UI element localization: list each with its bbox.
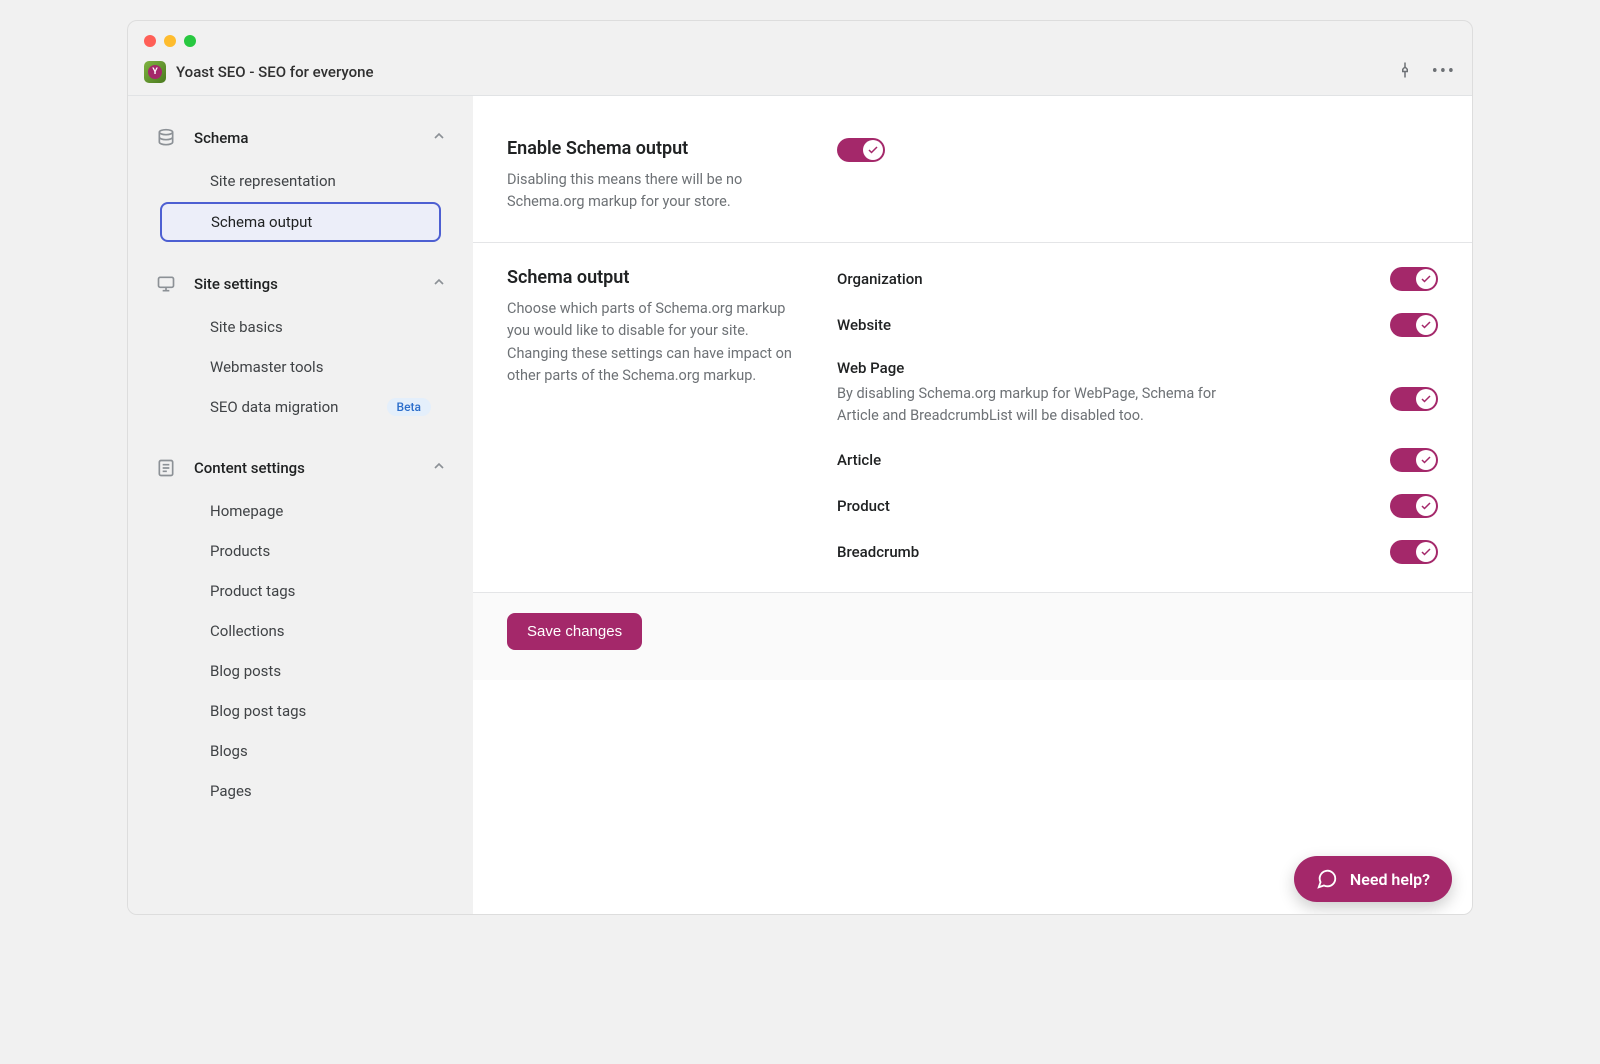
sidebar-item-blog-posts[interactable]: Blog posts xyxy=(160,652,441,690)
sidebar-item-seo-data-migration[interactable]: SEO data migration Beta xyxy=(160,388,441,426)
check-icon xyxy=(1416,496,1436,516)
check-icon xyxy=(1416,450,1436,470)
nav-group-content-settings: Content settings Homepage Products Produ… xyxy=(144,450,457,810)
enable-schema-section: Enable Schema output Disabling this mean… xyxy=(473,114,1472,242)
check-icon xyxy=(1416,542,1436,562)
chat-icon xyxy=(1316,868,1338,890)
maximize-window-button[interactable] xyxy=(184,35,196,47)
toggle-label: Article xyxy=(837,451,1360,469)
sidebar-item-label: Collections xyxy=(210,622,285,640)
nav-header-label: Content settings xyxy=(194,459,415,477)
need-help-button[interactable]: Need help? xyxy=(1294,856,1452,902)
sidebar-item-label: Site basics xyxy=(210,318,283,336)
chevron-up-icon xyxy=(431,458,447,478)
nav-group-schema: Schema Site representation Schema output xyxy=(144,120,457,242)
app-window: Y Yoast SEO - SEO for everyone ••• xyxy=(127,20,1473,915)
website-toggle[interactable] xyxy=(1390,313,1438,337)
sidebar-item-label: Blogs xyxy=(210,742,248,760)
sidebar-item-site-representation[interactable]: Site representation xyxy=(160,162,441,200)
app-title: Yoast SEO - SEO for everyone xyxy=(176,63,1396,81)
toggle-row-product: Product xyxy=(837,494,1438,518)
nav-header-content-settings[interactable]: Content settings xyxy=(144,450,457,486)
minimize-window-button[interactable] xyxy=(164,35,176,47)
save-button[interactable]: Save changes xyxy=(507,613,642,650)
section-desc: Disabling this means there will be no Sc… xyxy=(507,169,797,214)
webpage-toggle[interactable] xyxy=(1390,387,1438,411)
sidebar-item-products[interactable]: Products xyxy=(160,532,441,570)
check-icon xyxy=(1416,315,1436,335)
sidebar-item-homepage[interactable]: Homepage xyxy=(160,492,441,530)
traffic-lights xyxy=(128,21,1472,51)
sidebar-item-webmaster-tools[interactable]: Webmaster tools xyxy=(160,348,441,386)
sidebar-item-schema-output[interactable]: Schema output xyxy=(160,202,441,242)
sidebar-item-product-tags[interactable]: Product tags xyxy=(160,572,441,610)
product-toggle[interactable] xyxy=(1390,494,1438,518)
sidebar-item-label: Homepage xyxy=(210,502,283,520)
section-title: Enable Schema output xyxy=(507,138,797,159)
breadcrumb-toggle[interactable] xyxy=(1390,540,1438,564)
sidebar-item-label: Schema output xyxy=(211,213,312,231)
check-icon xyxy=(1416,389,1436,409)
toggle-label: Organization xyxy=(837,270,1360,288)
sidebar-item-site-basics[interactable]: Site basics xyxy=(160,308,441,346)
database-icon xyxy=(154,128,178,148)
main-content: Enable Schema output Disabling this mean… xyxy=(473,96,1472,914)
toggle-label: Product xyxy=(837,497,1360,515)
toggle-row-website: Website xyxy=(837,313,1438,337)
toggle-row-webpage: Web Page By disabling Schema.org markup … xyxy=(837,359,1438,427)
toggle-row-organization: Organization xyxy=(837,267,1438,291)
help-label: Need help? xyxy=(1350,870,1430,889)
sidebar-item-pages[interactable]: Pages xyxy=(160,772,441,810)
toggle-label: Web Page xyxy=(837,359,1360,377)
organization-toggle[interactable] xyxy=(1390,267,1438,291)
sidebar-item-label: Product tags xyxy=(210,582,295,600)
enable-schema-toggle[interactable] xyxy=(837,138,885,162)
nav-header-site-settings[interactable]: Site settings xyxy=(144,266,457,302)
beta-badge: Beta xyxy=(387,398,431,416)
section-title: Schema output xyxy=(507,267,797,288)
sidebar-item-label: Webmaster tools xyxy=(210,358,323,376)
article-toggle[interactable] xyxy=(1390,448,1438,472)
close-window-button[interactable] xyxy=(144,35,156,47)
sidebar: Schema Site representation Schema output xyxy=(128,96,473,914)
toggle-label: Website xyxy=(837,316,1360,334)
chevron-up-icon xyxy=(431,128,447,148)
sidebar-item-label: SEO data migration xyxy=(210,398,338,416)
sidebar-item-blog-post-tags[interactable]: Blog post tags xyxy=(160,692,441,730)
app-header: Y Yoast SEO - SEO for everyone ••• xyxy=(128,51,1472,96)
sidebar-item-label: Blog post tags xyxy=(210,702,306,720)
sidebar-item-collections[interactable]: Collections xyxy=(160,612,441,650)
sidebar-item-label: Blog posts xyxy=(210,662,281,680)
chevron-up-icon xyxy=(431,274,447,294)
toggle-row-article: Article xyxy=(837,448,1438,472)
sidebar-item-label: Pages xyxy=(210,782,252,800)
nav-header-label: Schema xyxy=(194,129,415,147)
nav-header-label: Site settings xyxy=(194,275,415,293)
check-icon xyxy=(863,140,883,160)
monitor-icon xyxy=(154,274,178,294)
yoast-app-icon: Y xyxy=(144,61,166,83)
nav-group-site-settings: Site settings Site basics Webmaster tool… xyxy=(144,266,457,426)
toggle-row-breadcrumb: Breadcrumb xyxy=(837,540,1438,564)
sidebar-item-blogs[interactable]: Blogs xyxy=(160,732,441,770)
document-icon xyxy=(154,458,178,478)
check-icon xyxy=(1416,269,1436,289)
sidebar-item-label: Products xyxy=(210,542,270,560)
pin-icon[interactable] xyxy=(1396,61,1414,83)
sidebar-item-label: Site representation xyxy=(210,172,336,190)
toggle-sublabel: By disabling Schema.org markup for WebPa… xyxy=(837,383,1217,427)
more-menu-icon[interactable]: ••• xyxy=(1432,63,1456,81)
section-desc: Choose which parts of Schema.org markup … xyxy=(507,298,797,388)
schema-output-section: Schema output Choose which parts of Sche… xyxy=(473,242,1472,593)
footer: Save changes xyxy=(473,592,1472,680)
toggle-label: Breadcrumb xyxy=(837,543,1360,561)
nav-header-schema[interactable]: Schema xyxy=(144,120,457,156)
